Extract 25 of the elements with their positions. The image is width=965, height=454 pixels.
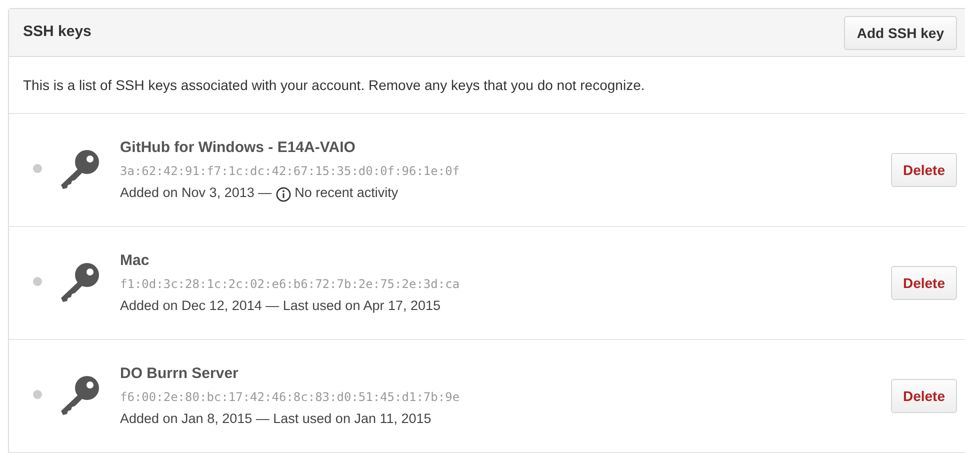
delete-button[interactable]: Delete bbox=[890, 153, 957, 187]
key-fingerprint: f6:00:2e:80:bc:17:42:46:8c:83:d0:51:45:d1:7b:9e bbox=[120, 389, 461, 406]
info-icon bbox=[276, 187, 291, 202]
added-date: Added on Nov 3, 2013 — bbox=[120, 185, 272, 200]
delete-button[interactable]: Delete bbox=[890, 379, 957, 413]
description-text: This is a list of SSH keys associated with your account. Remove any keys that you do not recognize. bbox=[23, 76, 645, 95]
activity-text: No recent activity bbox=[294, 185, 398, 200]
key-name: Mac bbox=[120, 250, 150, 271]
delete-button[interactable]: Delete bbox=[890, 266, 957, 300]
key-icon bbox=[58, 375, 100, 417]
status-dot bbox=[33, 390, 42, 398]
status-dot bbox=[33, 276, 42, 286]
panel-title: SSH keys bbox=[23, 22, 92, 42]
key-icon bbox=[58, 149, 100, 191]
key-icon bbox=[58, 262, 100, 304]
key-fingerprint: 3a:62:42:91:f7:1c:dc:42:67:15:35:d0:0f:96:1e:0f bbox=[120, 163, 461, 180]
add-ssh-key-button[interactable]: Add SSH key bbox=[844, 16, 957, 50]
key-name: GitHub for Windows - E14A-VAIO bbox=[120, 138, 356, 158]
activity-text: Last used on Apr 17, 2015 bbox=[282, 298, 441, 314]
status-dot bbox=[33, 164, 42, 172]
added-date: Added on Dec 12, 2014 — bbox=[120, 298, 280, 314]
activity-text: Last used on Jan 11, 2015 bbox=[273, 411, 432, 426]
key-name: DO Burrn Server bbox=[120, 364, 240, 384]
added-date: Added on Jan 8, 2015 — bbox=[120, 411, 270, 426]
key-fingerprint: f1:0d:3c:28:1c:2c:02:e6:b6:72:7b:2e:75:2e:3d:ca bbox=[120, 276, 461, 294]
